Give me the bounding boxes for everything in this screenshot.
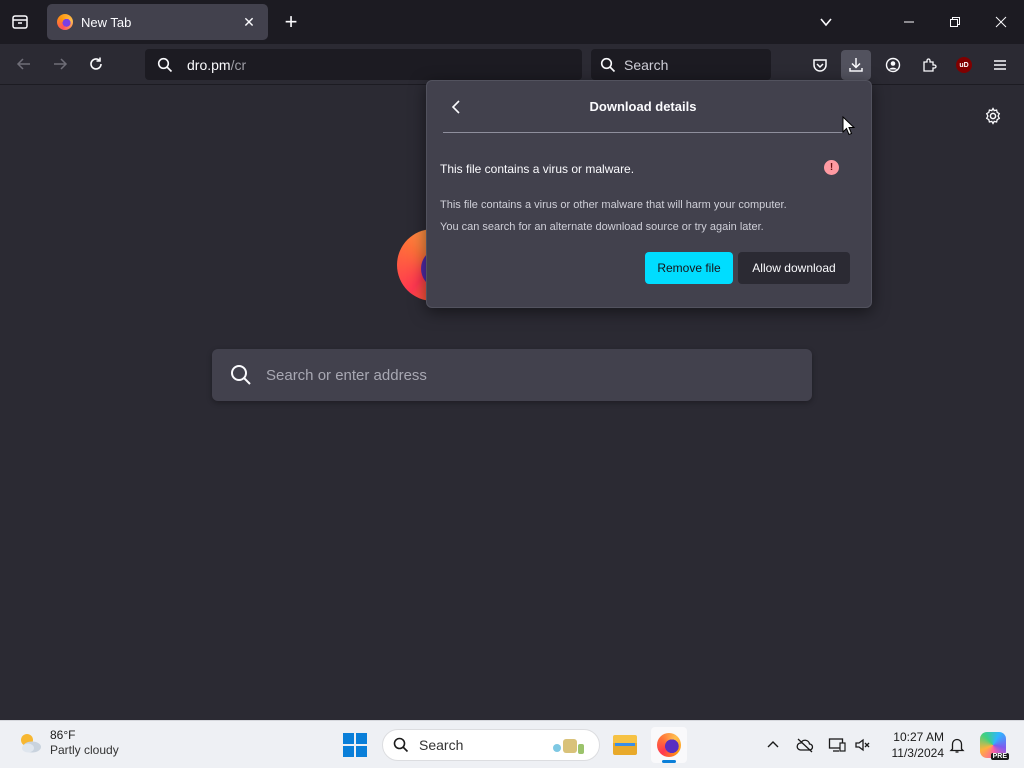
firefox-favicon-icon <box>57 14 73 30</box>
active-app-indicator <box>662 760 676 763</box>
extensions-button[interactable] <box>914 50 944 80</box>
pocket-icon <box>813 59 827 72</box>
firefox-view-icon <box>12 15 28 29</box>
copilot-preview-badge: PRE <box>990 753 1009 760</box>
search-bar-placeholder: Search <box>624 56 669 73</box>
panel-title: Download details <box>589 99 697 114</box>
sound-tray-button[interactable] <box>851 733 875 757</box>
app-menu-button[interactable] <box>985 50 1015 80</box>
firefox-icon <box>657 733 681 757</box>
forward-button[interactable] <box>45 50 75 78</box>
folder-icon <box>613 735 637 755</box>
partly-cloudy-icon <box>16 729 44 757</box>
new-tab-button[interactable]: + <box>278 9 304 35</box>
navigation-toolbar: dro.pm/cr Search uD <box>0 44 1024 85</box>
speaker-muted-icon <box>855 738 870 752</box>
close-window-button[interactable] <box>978 0 1024 44</box>
firefox-view-button[interactable] <box>6 9 34 35</box>
onedrive-tray-button[interactable] <box>793 733 817 757</box>
windows-logo-pane <box>343 746 354 757</box>
back-button[interactable] <box>9 50 39 78</box>
minimize-icon <box>904 21 914 23</box>
malware-description-line: This file contains a virus or other malw… <box>440 199 787 211</box>
search-icon <box>600 57 616 72</box>
puzzle-icon <box>923 58 937 72</box>
close-icon <box>995 16 1007 28</box>
notifications-button[interactable] <box>945 733 969 757</box>
newtab-search-input[interactable]: Search or enter address <box>212 349 812 401</box>
search-bar[interactable]: Search <box>591 49 771 80</box>
malware-description-line: You can search for an alternate download… <box>440 221 764 233</box>
chevron-left-icon <box>451 100 460 114</box>
account-button[interactable] <box>878 50 908 80</box>
copilot-button[interactable]: PRE <box>980 732 1009 760</box>
chevron-up-icon <box>767 741 779 748</box>
weather-temperature: 86°F <box>50 728 76 742</box>
malware-heading: This file contains a virus or malware. <box>440 162 635 176</box>
gear-icon <box>985 107 1001 125</box>
display-icon <box>828 738 846 752</box>
download-details-panel: Download details This file contains a vi… <box>426 80 872 308</box>
ublock-origin-icon: uD <box>956 57 972 73</box>
hamburger-menu-icon <box>994 60 1006 70</box>
cloud-offline-icon <box>796 738 814 753</box>
file-explorer-button[interactable] <box>607 727 643 763</box>
firefox-taskbar-button[interactable] <box>651 727 687 763</box>
clock-time: 10:27 AM <box>893 730 944 744</box>
bell-icon <box>949 738 965 753</box>
warning-icon: ! <box>824 160 839 175</box>
taskbar-clock[interactable]: 10:27 AM 11/3/2024 <box>880 729 945 761</box>
url-bar[interactable]: dro.pm/cr <box>145 49 582 80</box>
show-hidden-icons-button[interactable] <box>761 733 785 757</box>
account-icon <box>885 57 901 73</box>
download-icon <box>849 58 863 72</box>
taskbar-search-box[interactable]: Search <box>382 729 600 761</box>
restore-icon <box>950 17 960 27</box>
tab-title: New Tab <box>81 14 132 30</box>
url-path: /cr <box>230 56 247 73</box>
reload-icon <box>90 57 102 70</box>
taskbar-search-placeholder: Search <box>419 737 464 753</box>
windows-logo-pane <box>356 746 367 757</box>
ublock-origin-button[interactable]: uD <box>949 50 979 80</box>
arrow-right-icon <box>54 58 68 70</box>
arrow-left-icon <box>16 58 30 70</box>
tab-close-icon[interactable]: ✕ <box>240 13 258 31</box>
start-button[interactable] <box>343 733 367 757</box>
chevron-down-icon <box>820 18 832 27</box>
network-tray-button[interactable] <box>825 733 849 757</box>
pocket-button[interactable] <box>805 50 835 80</box>
search-highlight-icon <box>553 739 584 754</box>
windows-logo-pane <box>356 733 367 744</box>
reload-button[interactable] <box>81 50 111 78</box>
tab-strip: New Tab ✕ + <box>0 0 1024 44</box>
personalize-button[interactable] <box>980 103 1006 129</box>
url-host: dro.pm <box>187 56 231 73</box>
downloads-button[interactable] <box>841 50 871 80</box>
search-icon <box>231 365 251 385</box>
tab-new-tab[interactable]: New Tab ✕ <box>47 4 268 40</box>
restore-button[interactable] <box>932 0 978 44</box>
minimize-button[interactable] <box>886 0 932 44</box>
allow-download-button[interactable]: Allow download <box>738 252 850 284</box>
windows-logo-pane <box>343 733 354 744</box>
newtab-search-placeholder: Search or enter address <box>266 366 427 384</box>
clock-date: 11/3/2024 <box>891 746 945 760</box>
weather-widget[interactable]: 86°F Partly cloudy <box>16 728 119 758</box>
search-icon <box>157 57 173 72</box>
windows-taskbar: 86°F Partly cloudy Search 10:27 AM 11/3/… <box>0 720 1024 768</box>
panel-header: Download details <box>443 81 843 133</box>
remove-file-button[interactable]: Remove file <box>645 252 733 284</box>
malware-description: This file contains a virus or other malw… <box>440 194 850 238</box>
search-icon <box>393 737 409 753</box>
panel-back-button[interactable] <box>445 95 469 119</box>
weather-description: Partly cloudy <box>50 743 119 757</box>
mouse-cursor-icon <box>842 116 856 136</box>
list-all-tabs-button[interactable] <box>814 10 838 34</box>
url-text: dro.pm/cr <box>187 57 246 73</box>
